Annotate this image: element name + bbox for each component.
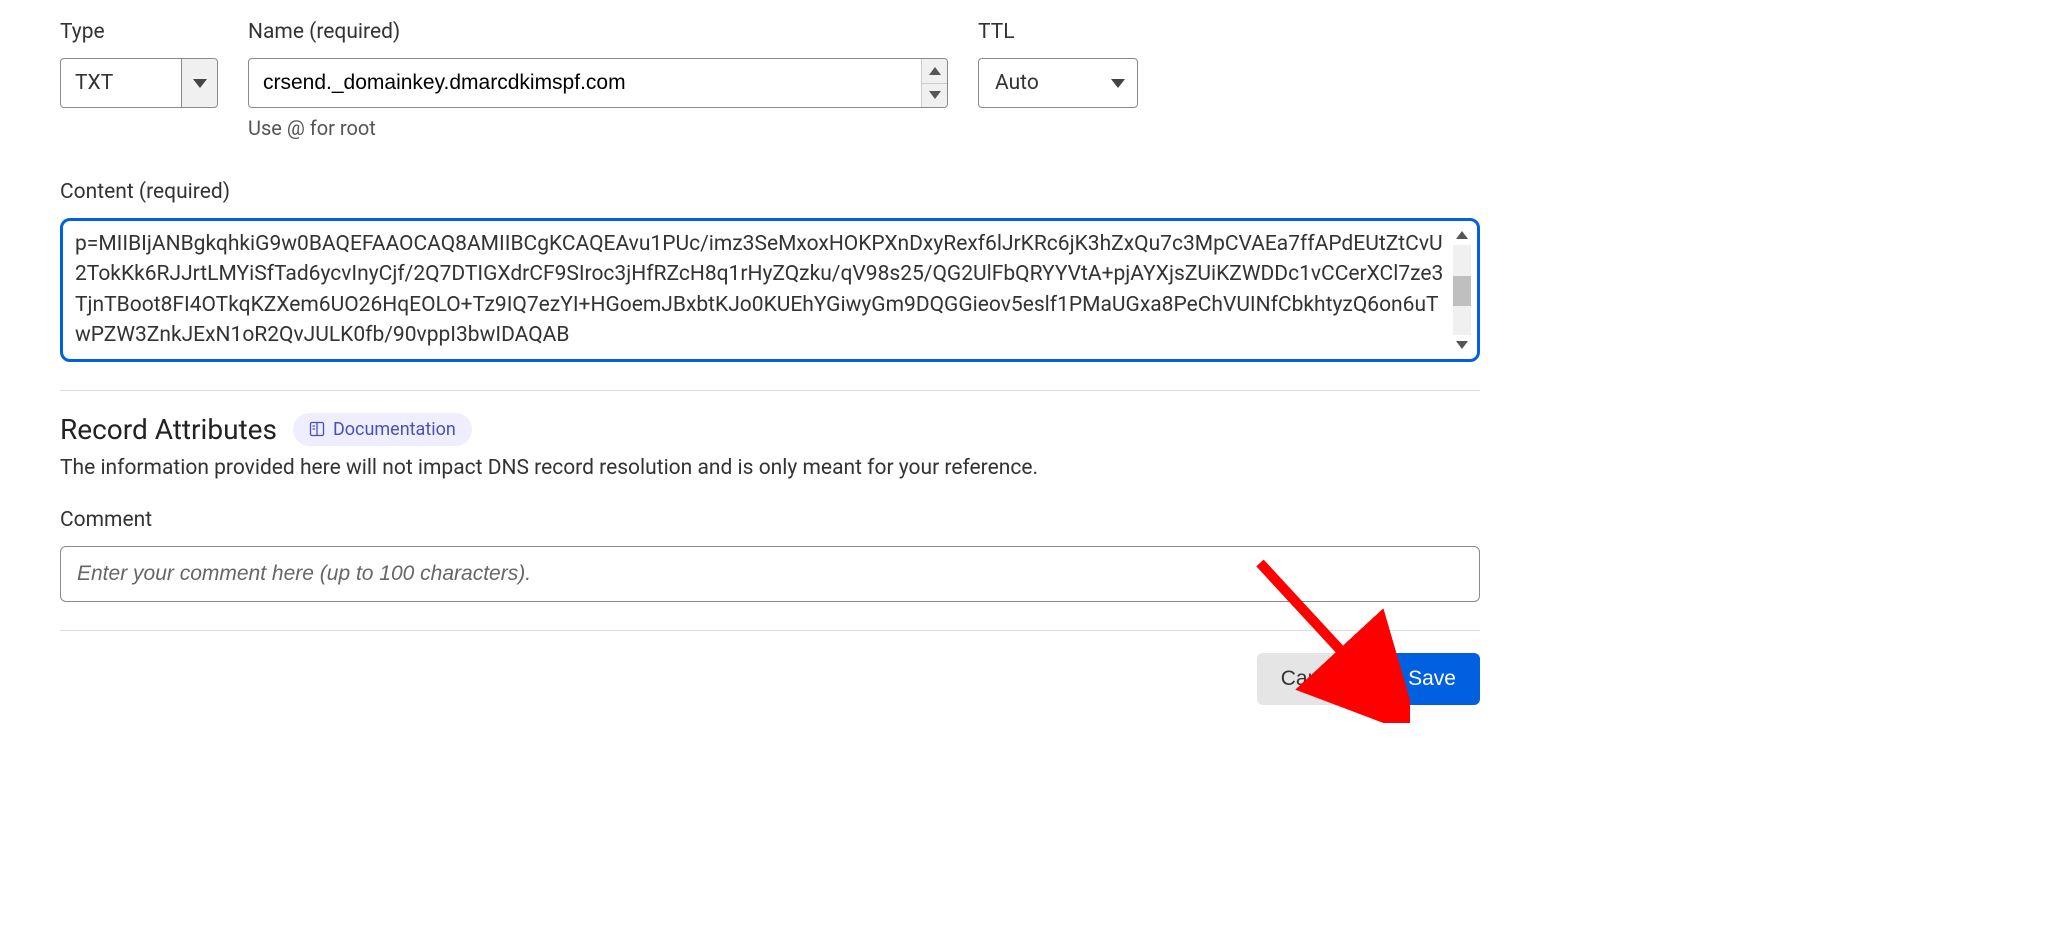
arrow-up-icon: [1456, 231, 1468, 239]
name-input-spinner[interactable]: [921, 59, 947, 107]
comment-input[interactable]: [60, 546, 1480, 602]
book-icon: [309, 421, 325, 437]
name-input[interactable]: [249, 59, 921, 107]
comment-label: Comment: [60, 508, 1480, 532]
name-helper: Use @ for root: [248, 116, 948, 140]
name-label: Name (required): [248, 20, 948, 44]
documentation-link[interactable]: Documentation: [293, 413, 472, 446]
ttl-label: TTL: [978, 20, 1138, 44]
record-attributes-description: The information provided here will not i…: [60, 456, 1480, 480]
documentation-label: Documentation: [333, 419, 456, 440]
type-label: Type: [60, 20, 218, 44]
save-button[interactable]: Save: [1384, 653, 1480, 705]
ttl-select[interactable]: Auto: [978, 58, 1138, 108]
content-scrollbar[interactable]: [1451, 225, 1473, 355]
type-select[interactable]: TXT: [60, 58, 218, 108]
content-value: p=MIIBIjANBgkqhkiG9w0BAQEFAAOCAQ8AMIIBCg…: [75, 232, 1443, 347]
arrow-down-icon: [1456, 341, 1468, 349]
ttl-select-value: Auto: [995, 71, 1039, 95]
arrow-up-icon: [929, 67, 941, 75]
content-textarea[interactable]: p=MIIBIjANBgkqhkiG9w0BAQEFAAOCAQ8AMIIBCg…: [60, 218, 1480, 362]
section-divider: [60, 630, 1480, 631]
chevron-down-icon: [193, 79, 207, 88]
type-select-value: TXT: [61, 59, 181, 107]
arrow-down-icon: [929, 91, 941, 99]
section-divider: [60, 390, 1480, 391]
scrollbar-thumb[interactable]: [1453, 276, 1471, 306]
record-attributes-title: Record Attributes: [60, 413, 277, 446]
content-label: Content (required): [60, 180, 1480, 204]
chevron-down-icon: [1111, 79, 1125, 88]
type-select-button[interactable]: [181, 59, 217, 107]
cancel-button[interactable]: Cancel: [1257, 653, 1370, 705]
